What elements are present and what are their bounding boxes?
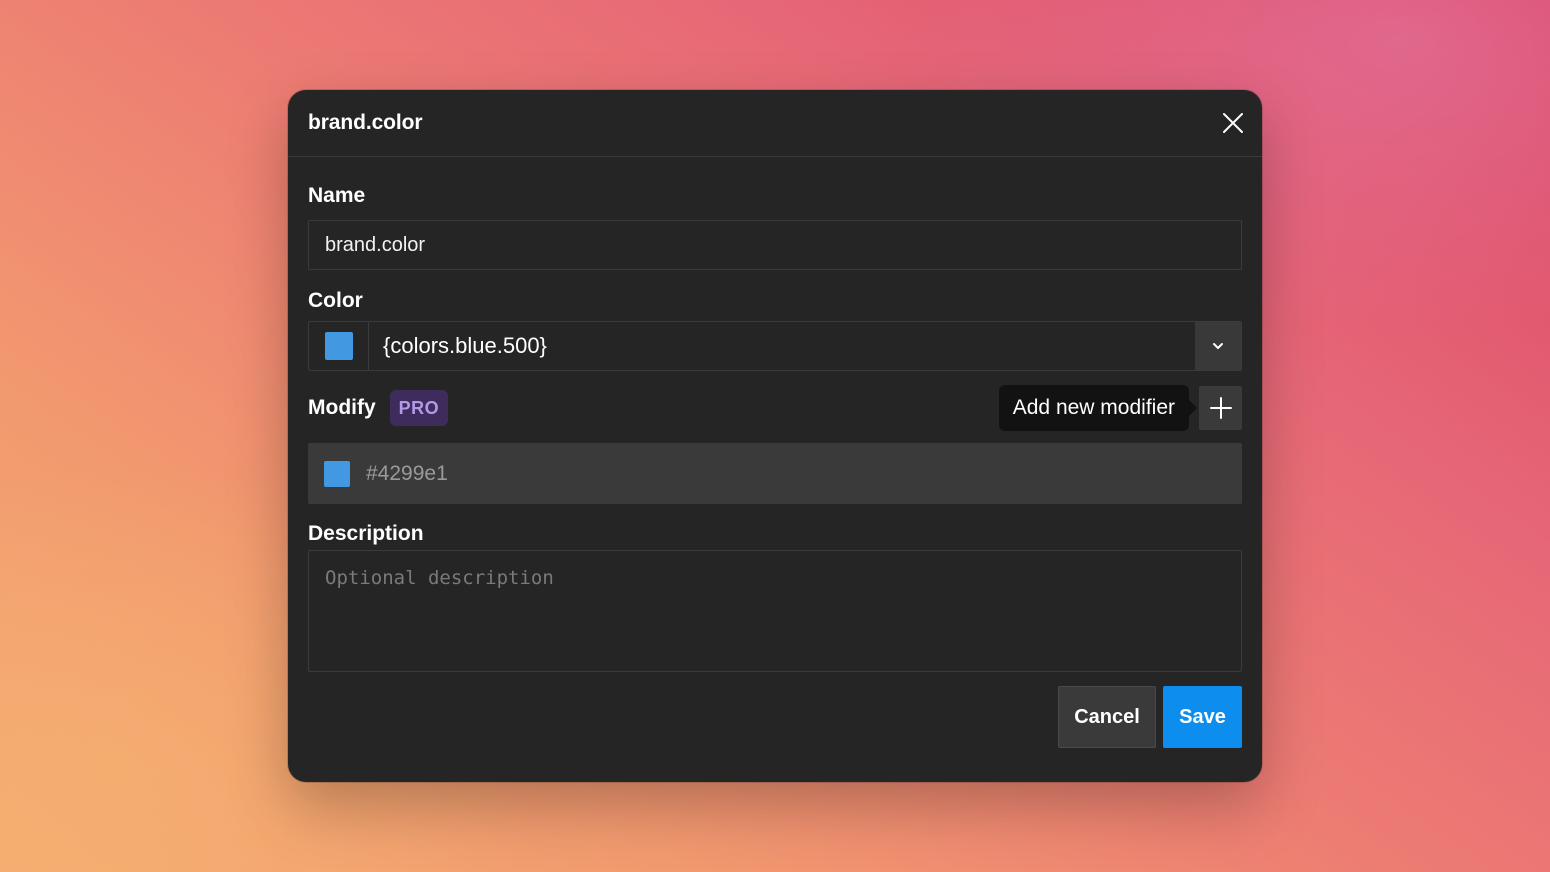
pro-badge: PRO	[389, 390, 449, 426]
color-dropdown-button[interactable]	[1195, 322, 1241, 370]
add-modifier-button[interactable]	[1199, 386, 1242, 430]
modify-header: Modify PRO	[308, 390, 449, 426]
color-swatch	[324, 332, 353, 360]
close-button[interactable]	[1218, 108, 1248, 138]
modifier-swatch	[324, 460, 350, 487]
color-label: Color	[308, 289, 363, 312]
dialog-title: brand.color	[308, 111, 423, 134]
dialog-body: Name brand.color Color {colors.blue.500}…	[288, 184, 1262, 748]
modify-actions: Add new modifier	[998, 385, 1242, 431]
save-button[interactable]: Save	[1163, 686, 1242, 748]
color-value[interactable]: {colors.blue.500}	[369, 322, 1195, 370]
name-input[interactable]: brand.color	[308, 220, 1242, 270]
color-swatch-cell[interactable]	[309, 322, 369, 370]
close-icon	[1223, 113, 1243, 133]
token-edit-dialog: brand.color Name brand.color Color {colo…	[288, 90, 1262, 782]
name-label: Name	[308, 184, 366, 207]
modifier-hex-value: #4299e1	[366, 461, 448, 485]
dialog-header: brand.color	[288, 90, 1262, 157]
cancel-button[interactable]: Cancel	[1058, 686, 1156, 748]
description-textarea[interactable]: Optional description	[308, 550, 1242, 672]
modify-row: Modify PRO Add new modifier	[308, 385, 1242, 431]
add-modifier-tooltip: Add new modifier	[998, 385, 1198, 431]
dialog-footer: Cancel Save	[308, 686, 1242, 748]
description-label: Description	[308, 522, 424, 545]
plus-icon	[1209, 397, 1232, 419]
modify-label: Modify	[308, 396, 376, 419]
chevron-down-icon	[1213, 343, 1223, 349]
modifier-preview-row: #4299e1	[308, 443, 1242, 504]
color-select[interactable]: {colors.blue.500}	[308, 321, 1242, 371]
